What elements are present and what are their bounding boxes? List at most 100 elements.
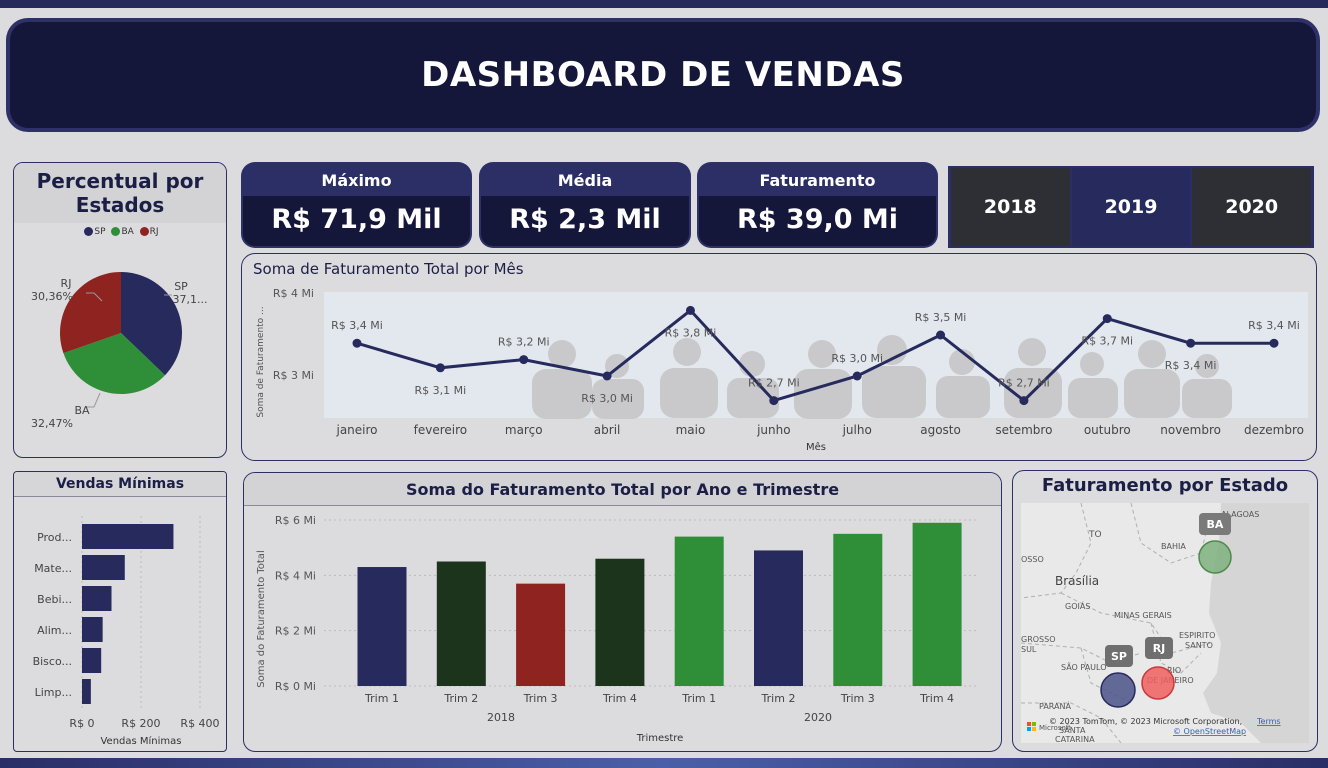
pie-chart-panel[interactable]: Percentual por Estados SP BA RJ RJ 30,36… <box>13 162 227 458</box>
kpi-card-media[interactable]: Média R$ 2,3 Mil <box>481 164 689 246</box>
map-label-brasilia: Brasília <box>1055 574 1099 588</box>
x-tick-label: janeiro <box>335 423 377 437</box>
x-tick-label: março <box>505 423 543 437</box>
quarterly-revenue-title: Soma do Faturamento Total por Ano e Trim… <box>244 473 1001 506</box>
y-tick-label: R$ 2 Mi <box>275 625 316 638</box>
year-slicer[interactable]: 2018 2019 2020 <box>948 166 1314 248</box>
legend-dot-ba <box>111 227 121 236</box>
bar-1[interactable] <box>82 555 125 580</box>
data-label: R$ 3,2 Mi <box>498 336 550 349</box>
bar-5[interactable] <box>82 679 91 704</box>
min-sales-panel[interactable]: Vendas Mínimas Prod... Mate... Bebi... Alim… <box>13 471 227 752</box>
column-bar-1[interactable] <box>436 561 486 687</box>
bar-4[interactable] <box>82 648 102 673</box>
year-group-label-2020: 2020 <box>804 711 832 724</box>
data-point[interactable] <box>1102 314 1112 324</box>
x-tick-label: Trim 2 <box>443 692 478 705</box>
category-label: Bebi... <box>37 593 72 606</box>
data-point[interactable] <box>852 371 862 381</box>
bar-2[interactable] <box>82 586 112 611</box>
data-label: R$ 3,4 Mi <box>331 319 383 332</box>
data-label: R$ 3,8 Mi <box>665 326 717 339</box>
quarterly-revenue-chart[interactable]: R$ 0 Mi R$ 2 Mi R$ 4 Mi R$ 6 Mi Trim 1 Trim 2… <box>244 505 1001 750</box>
year-button-2020[interactable]: 2020 <box>1192 168 1312 246</box>
x-tick-label: Trim 1 <box>364 692 399 705</box>
badge-ba-label: BA <box>1207 518 1224 531</box>
legend-label-sp[interactable]: SP <box>94 227 105 237</box>
map-panel[interactable]: Faturamento por Estado TO BAHIA ALAGOAS … <box>1012 470 1318 752</box>
map-area[interactable]: TO BAHIA ALAGOAS Brasília GOIÁS MINAS GE… <box>1021 503 1309 743</box>
bottom-accent-bar <box>0 758 1328 768</box>
osm-link[interactable]: © OpenStreetMap <box>1173 727 1246 736</box>
data-point[interactable] <box>769 396 779 406</box>
x-tick-label: dezembro <box>1244 423 1304 437</box>
data-point[interactable] <box>519 355 529 365</box>
bubble-rj[interactable] <box>1141 666 1175 700</box>
line-chart[interactable]: R$ 4 Mi R$ 3 Mi Soma de Faturamento ... … <box>242 254 1316 460</box>
min-sales-bar-chart[interactable]: Prod... Mate... Bebi... Alim... Bisco... Limp… <box>14 496 226 751</box>
data-point[interactable] <box>602 371 612 381</box>
bubble-sp[interactable] <box>1100 672 1136 708</box>
column-bar-7[interactable] <box>912 522 962 686</box>
x-axis-title: Mês <box>806 441 826 453</box>
state-map[interactable]: TO BAHIA ALAGOAS Brasília GOIÁS MINAS GE… <box>1021 503 1309 743</box>
column-bar-0[interactable] <box>357 567 407 686</box>
year-button-2018[interactable]: 2018 <box>951 168 1070 246</box>
category-label: Alim... <box>37 624 72 637</box>
year-button-2019[interactable]: 2019 <box>1071 168 1191 246</box>
ocean-area <box>1203 503 1309 743</box>
y-axis-title: Soma de Faturamento ... <box>256 306 266 417</box>
data-point[interactable] <box>435 363 445 373</box>
legend-dot-sp <box>84 227 94 236</box>
pie-label-sp-name: SP <box>174 280 188 293</box>
map-label-bahia: BAHIA <box>1161 542 1186 551</box>
x-tick-label: agosto <box>920 423 961 437</box>
kpi-card-maximo[interactable]: Máximo R$ 71,9 Mil <box>243 164 470 246</box>
column-bar-2[interactable] <box>516 583 566 686</box>
data-label: R$ 3,4 Mi <box>1248 319 1300 332</box>
min-sales-title: Vendas Mínimas <box>14 472 226 497</box>
x-tick-label: maio <box>676 423 706 437</box>
microsoft-logo <box>1027 722 1036 731</box>
kpi-card-faturamento[interactable]: Faturamento R$ 39,0 Mi <box>699 164 936 246</box>
legend-label-ba[interactable]: BA <box>121 227 133 237</box>
kpi-label: Máximo <box>243 164 470 196</box>
pie-chart[interactable]: RJ 30,36% SP 37,1... BA 32,47% <box>14 243 226 458</box>
column-bar-6[interactable] <box>833 533 883 686</box>
map-label-sao-paulo: SÃO PAULO <box>1061 662 1107 672</box>
data-point[interactable] <box>936 330 946 340</box>
data-point[interactable] <box>1019 396 1029 406</box>
map-attribution: © 2023 TomTom, © 2023 Microsoft Corporat… <box>1049 717 1242 726</box>
pie-title: Percentual por Estados <box>36 169 204 217</box>
quarterly-revenue-panel[interactable]: Soma do Faturamento Total por Ano e Trim… <box>243 472 1002 752</box>
data-point[interactable] <box>1269 338 1279 348</box>
bubble-ba[interactable] <box>1198 540 1232 574</box>
column-bar-4[interactable] <box>674 536 724 686</box>
map-label-grosso-2: GROSSO <box>1021 635 1056 644</box>
x-tick-label: novembro <box>1160 423 1221 437</box>
pie-label-rj-name: RJ <box>61 277 72 290</box>
terms-link[interactable]: Terms <box>1256 717 1281 726</box>
y-tick-4mi: R$ 4 Mi <box>273 287 314 300</box>
bar-0[interactable] <box>82 524 174 549</box>
kpi-value: R$ 71,9 Mil <box>271 204 442 235</box>
top-accent-bar <box>0 0 1328 8</box>
pie-label-ba-value: 32,47% <box>31 417 73 430</box>
data-label: R$ 3,1 Mi <box>415 384 467 397</box>
data-label: R$ 2,7 Mi <box>748 377 800 390</box>
kpi-value: R$ 39,0 Mi <box>736 204 899 235</box>
y-tick-label: R$ 4 Mi <box>275 569 316 582</box>
y-tick-label: R$ 6 Mi <box>275 514 316 527</box>
column-bar-5[interactable] <box>754 550 803 686</box>
x-tick-label: Trim 3 <box>523 692 558 705</box>
data-point[interactable] <box>352 338 362 348</box>
bar-3[interactable] <box>82 617 103 642</box>
column-bar-3[interactable] <box>595 558 645 686</box>
legend-label-rj[interactable]: RJ <box>150 227 159 237</box>
x-axis-title: Trimestre <box>636 733 684 744</box>
kpi-label: Faturamento <box>699 164 936 196</box>
data-point[interactable] <box>1186 338 1196 348</box>
map-label-minas: MINAS GERAIS <box>1114 611 1172 620</box>
data-point[interactable] <box>685 305 695 315</box>
line-chart-panel[interactable]: Soma de Faturamento Total por Mês R$ 4 M… <box>241 253 1317 461</box>
